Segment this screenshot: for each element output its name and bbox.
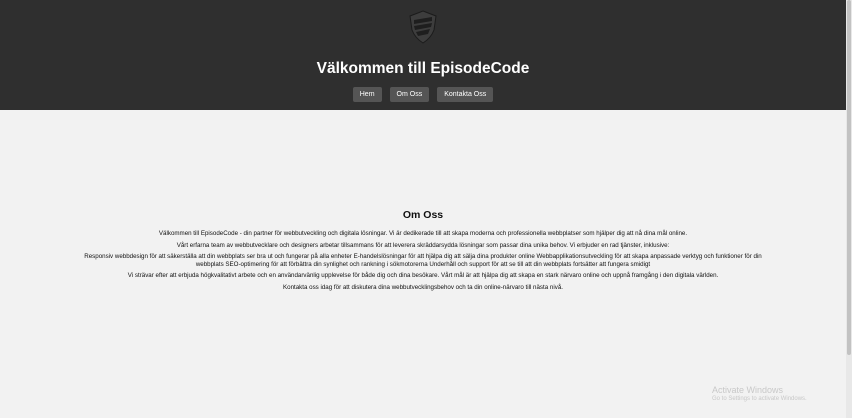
nav-home-button[interactable]: Hem <box>352 87 382 102</box>
vertical-scrollbar[interactable] <box>846 0 852 418</box>
scrollbar-thumb[interactable] <box>847 0 851 355</box>
activate-windows-watermark: Activate Windows Go to Settings to activ… <box>712 385 807 403</box>
about-heading: Om Oss <box>402 209 444 221</box>
about-paragraph-team: Vårt erfarna team av webbutvecklare och … <box>176 241 670 249</box>
about-paragraph-services: Responsiv webbdesign för att säkerställa… <box>84 253 762 268</box>
main-nav: Hem Om Oss Kontakta Oss <box>0 87 846 102</box>
watermark-subtitle: Go to Settings to activate Windows. <box>712 396 807 402</box>
site-header: Välkommen till EpisodeCode Hem Om Oss Ko… <box>0 0 846 110</box>
about-paragraph-intro: Välkommen till EpisodeCode - din partner… <box>158 230 688 237</box>
page: Välkommen till EpisodeCode Hem Om Oss Ko… <box>0 0 852 418</box>
watermark-title: Activate Windows <box>712 385 784 395</box>
shield-logo-icon <box>408 10 438 44</box>
about-paragraph-contact: Kontakta oss idag för att diskutera dina… <box>283 283 563 291</box>
about-section: Om Oss Välkommen till EpisodeCode - din … <box>80 209 766 295</box>
about-paragraph-goal: Vi strävar efter att erbjuda högkvalitat… <box>127 272 719 279</box>
page-title: Välkommen till EpisodeCode <box>316 60 530 77</box>
nav-about-button[interactable]: Om Oss <box>389 87 430 102</box>
nav-contact-button[interactable]: Kontakta Oss <box>437 87 494 102</box>
